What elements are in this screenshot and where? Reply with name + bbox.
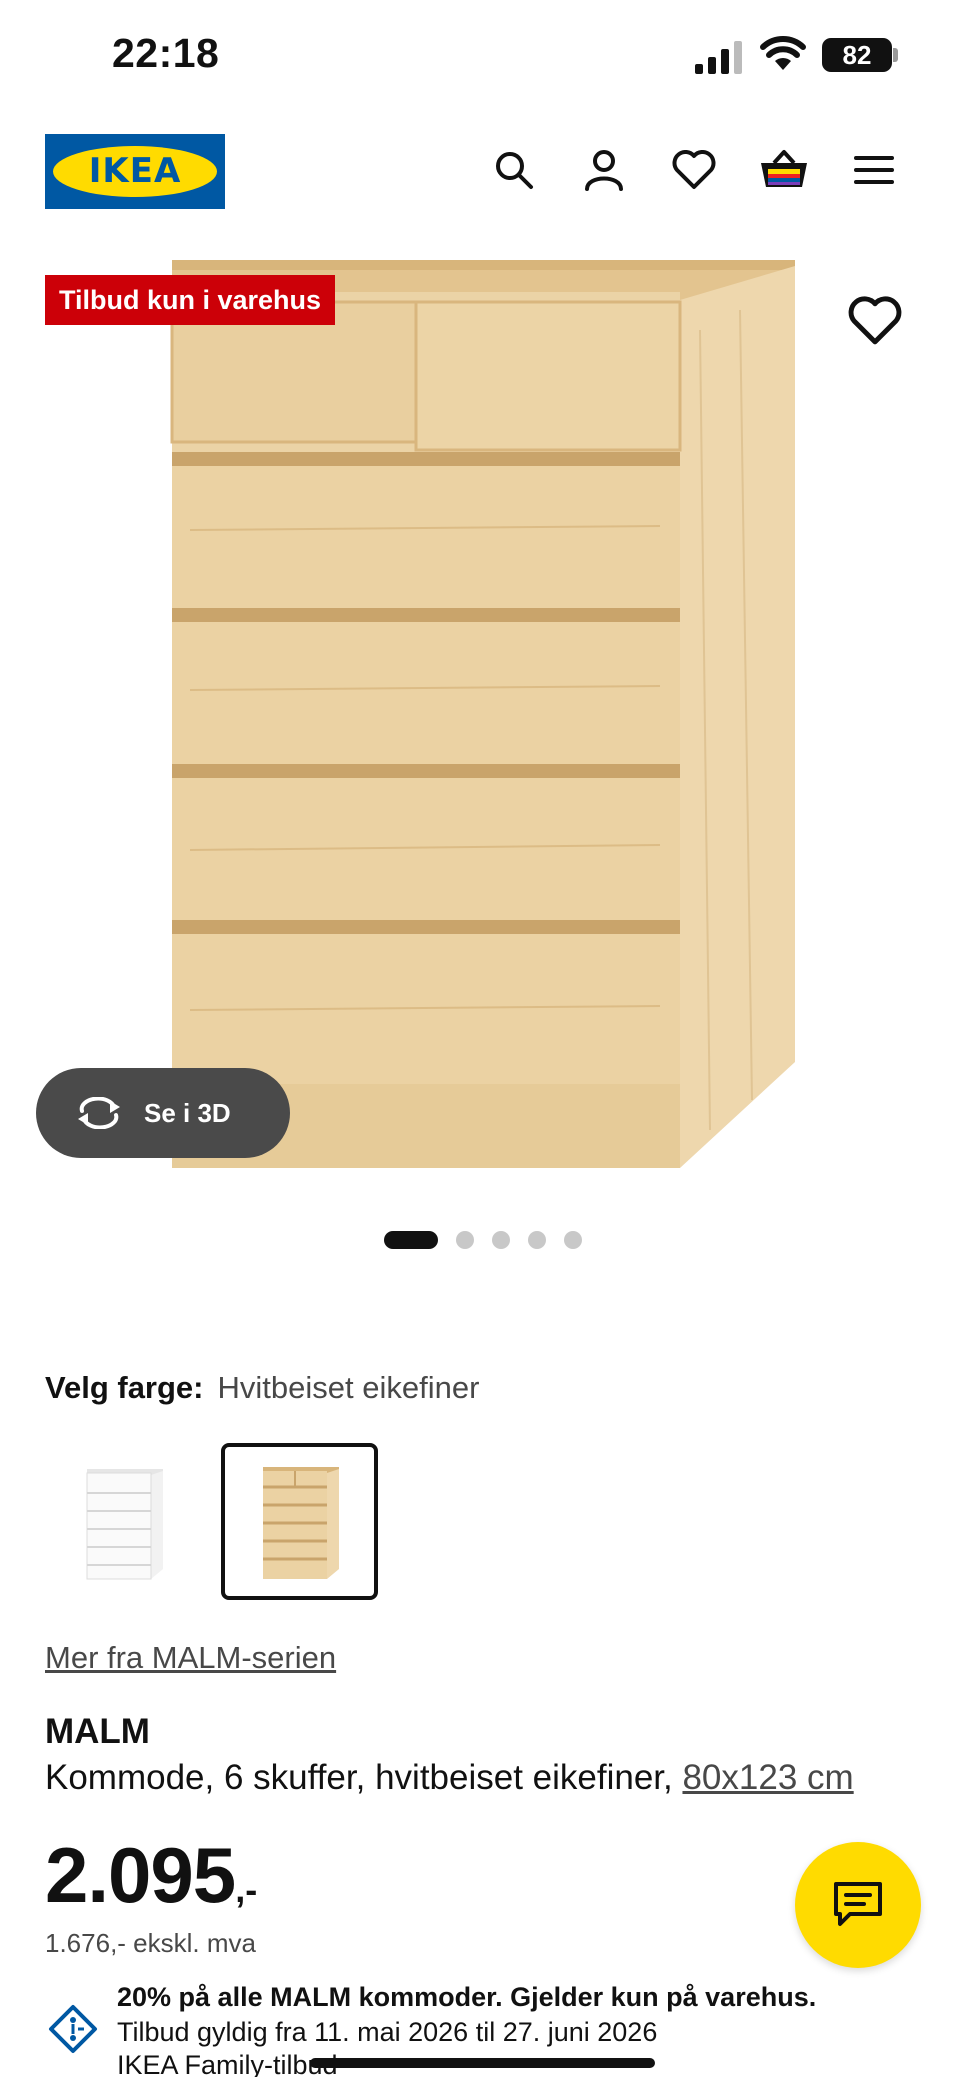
cart-icon[interactable] — [758, 144, 810, 196]
battery-cap — [893, 48, 898, 62]
chat-button[interactable] — [795, 1842, 921, 1968]
status-time: 22:18 — [112, 30, 220, 76]
price-suffix: ,- — [235, 1869, 258, 1910]
product-price: 2.095,- — [45, 1830, 257, 1921]
logo-text: IKEA — [88, 151, 182, 191]
color-swatch-white[interactable] — [45, 1443, 202, 1600]
battery-level: 82 — [842, 40, 872, 70]
offer-validity: Tilbud gyldig fra 11. mai 2026 til 27. j… — [117, 2017, 658, 2047]
product-size-link[interactable]: 80x123 cm — [682, 1758, 853, 1797]
pagination-dot-2[interactable] — [456, 1231, 474, 1249]
site-header: IKEA — [0, 120, 960, 220]
color-swatch-oak[interactable] — [221, 1443, 378, 1600]
product-description: Kommode, 6 skuffer, hvitbeiset eikefiner… — [45, 1758, 854, 1798]
search-icon[interactable] — [488, 144, 540, 196]
pagination-dot-4[interactable] — [528, 1231, 546, 1249]
heart-icon[interactable] — [668, 144, 720, 196]
logo-oval: IKEA — [53, 146, 217, 197]
white-dresser-thumbnail — [86, 1468, 163, 1579]
rotate-3d-icon — [78, 1097, 120, 1129]
image-pagination[interactable] — [384, 1231, 582, 1249]
home-indicator[interactable] — [310, 2058, 655, 2068]
color-label: Velg farge: — [45, 1370, 204, 1405]
pagination-dot-1[interactable] — [384, 1231, 438, 1249]
offer-title: 20% på alle MALM kommoder. Gjelder kun p… — [117, 1982, 817, 2012]
color-selector-heading: Velg farge: Hvitbeiset eikefiner — [45, 1370, 479, 1406]
product-image — [170, 260, 795, 1168]
color-value: Hvitbeiset eikefiner — [217, 1370, 480, 1405]
product-description-text: Kommode, 6 skuffer, hvitbeiset eikefiner… — [45, 1758, 683, 1797]
menu-icon[interactable] — [848, 144, 900, 196]
offer-family-label: IKEA Family-tilbud — [117, 2050, 338, 2077]
pagination-dot-3[interactable] — [492, 1231, 510, 1249]
cellular-signal-icon — [695, 41, 742, 74]
account-icon[interactable] — [578, 144, 630, 196]
price-main: 2.095 — [45, 1831, 236, 1919]
product-name: MALM — [45, 1712, 150, 1751]
view-3d-button[interactable]: Se i 3D — [36, 1068, 290, 1158]
chat-icon — [834, 1882, 882, 1926]
oak-dresser-thumbnail — [262, 1466, 339, 1579]
price-ex-vat: 1.676,- ekskl. mva — [45, 1928, 256, 1958]
battery-icon: 82 — [822, 38, 892, 72]
product-gallery[interactable]: Tilbud kun i varehus Se i 3D — [0, 230, 960, 1249]
wifi-icon — [760, 36, 806, 70]
series-link[interactable]: Mer fra MALM-serien — [45, 1640, 336, 1676]
status-bar: 22:18 82 — [0, 0, 960, 110]
offer-tag-icon — [49, 2005, 97, 2053]
pagination-dot-5[interactable] — [564, 1231, 582, 1249]
ikea-logo[interactable]: IKEA — [45, 134, 225, 209]
view-3d-label: Se i 3D — [144, 1097, 231, 1128]
offer-badge: Tilbud kun i varehus — [45, 275, 336, 325]
add-to-favorites-icon[interactable] — [848, 296, 902, 350]
